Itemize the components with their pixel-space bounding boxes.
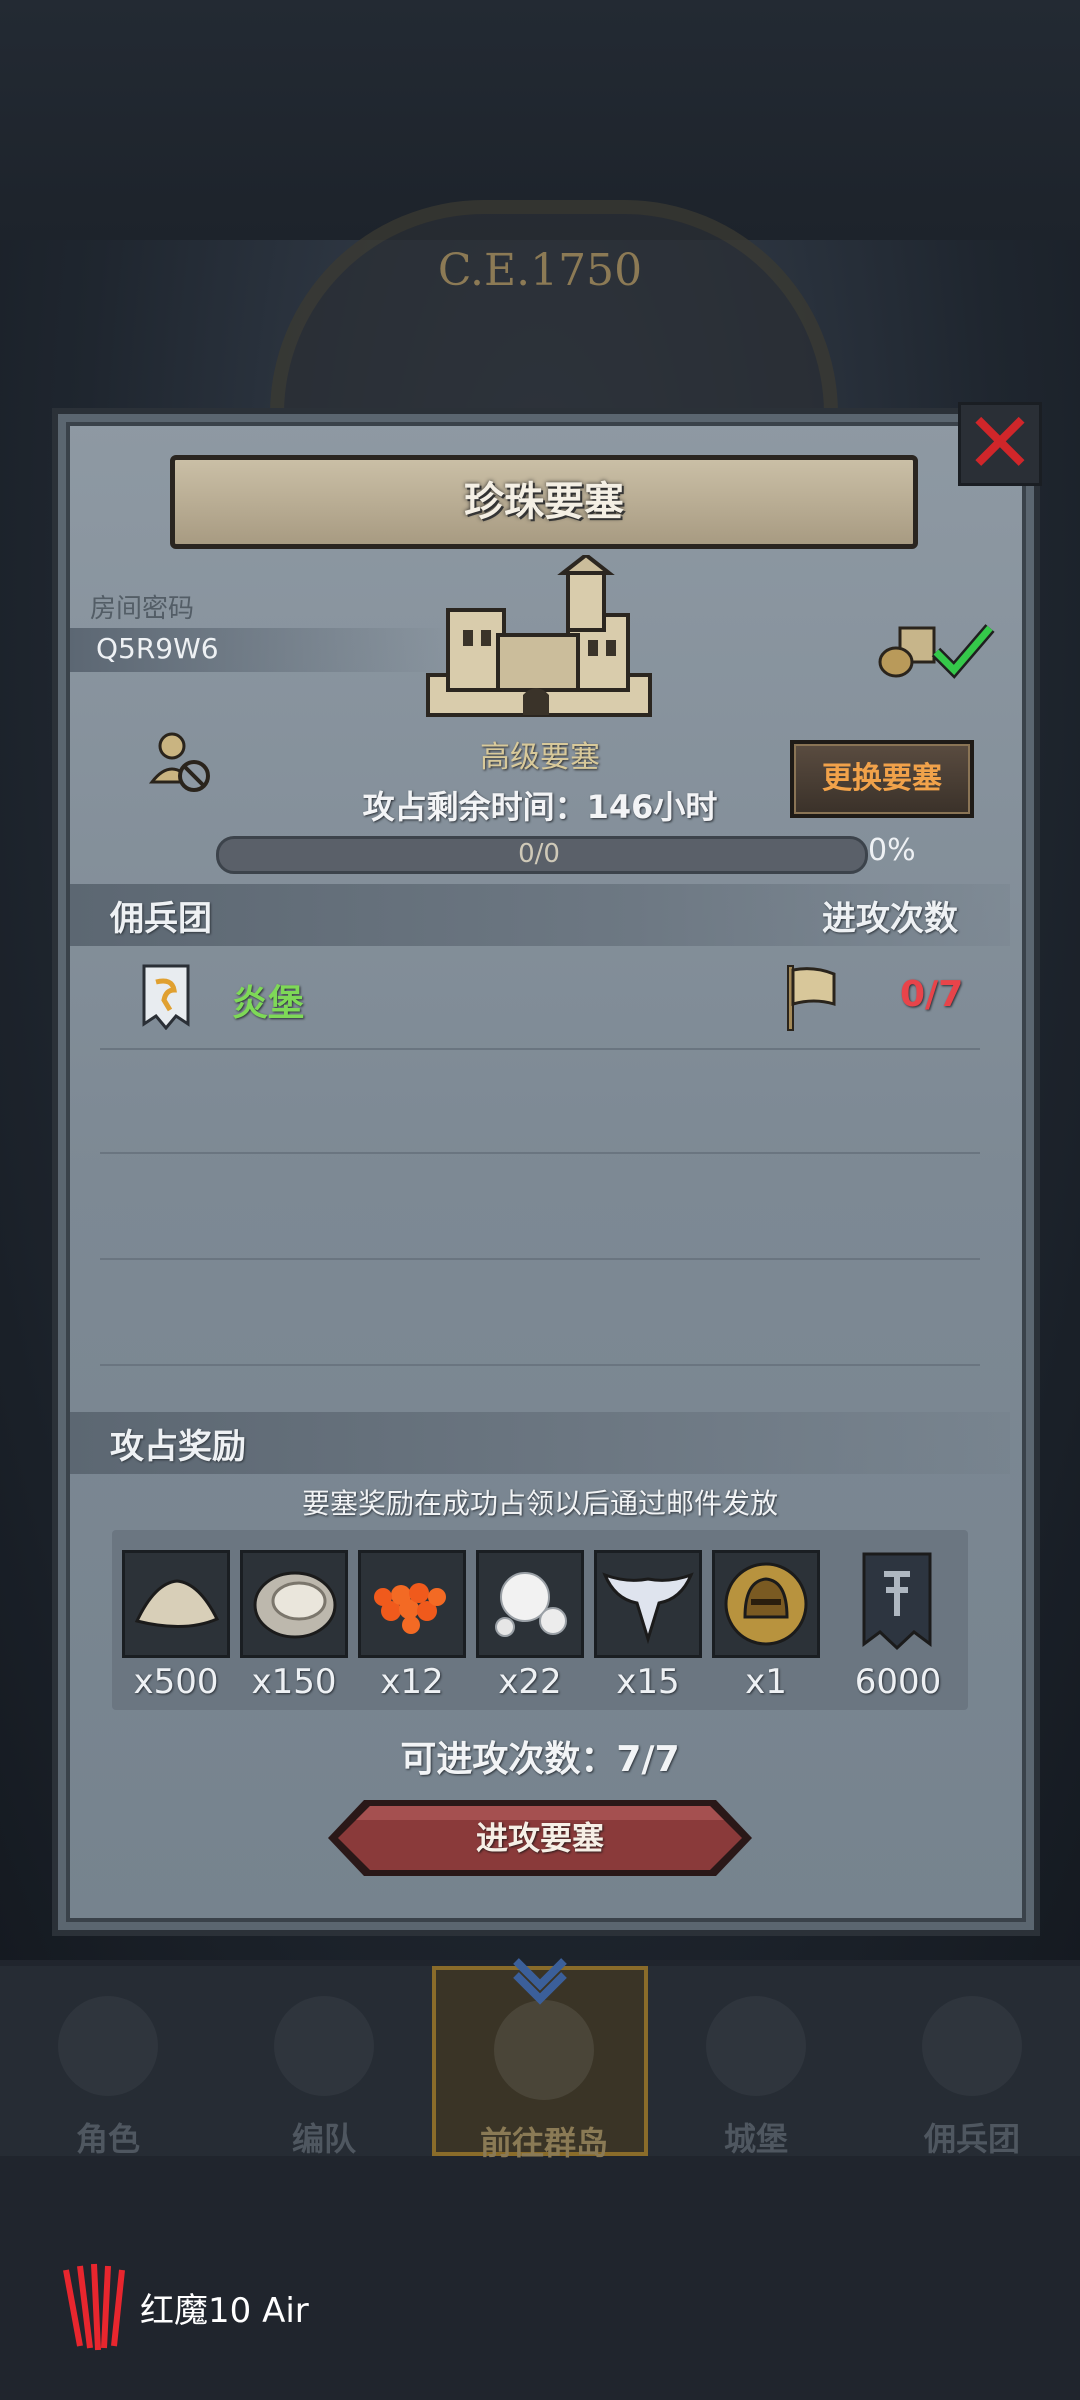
reward-item[interactable] <box>476 1550 584 1658</box>
attack-fortress-label[interactable]: 进攻要塞 <box>324 1796 756 1880</box>
list-divider <box>100 1364 980 1366</box>
mercenary-banner-icon <box>142 964 190 1030</box>
remaining-attempts: 可进攻次数：7/7 <box>400 1739 680 1780</box>
occupy-progress-text: 0/0 <box>518 839 560 869</box>
mercenary-section-title: 佣兵团 <box>110 899 212 939</box>
knight-icon <box>58 1996 158 2096</box>
knight-helmet-coin-icon <box>724 1562 808 1646</box>
occupy-progress-percent: 0% <box>868 833 916 868</box>
nav-item-role[interactable]: 角色 <box>0 1966 216 2158</box>
list-divider <box>100 1048 980 1050</box>
nav-item-formation[interactable]: 编队 <box>216 1966 432 2158</box>
occupy-time-remaining: 攻占剩余时间：146小时 <box>362 788 718 826</box>
reward-item[interactable] <box>240 1550 348 1658</box>
mercenary-attack-count: 0/7 <box>900 974 964 1015</box>
fortress-castle-icon <box>426 555 652 717</box>
pearl-icon <box>495 1572 567 1637</box>
check-icon <box>931 624 995 679</box>
winged-emblem-icon <box>602 1572 694 1645</box>
reward-note: 要塞奖励在成功占领以后通过邮件发放 <box>301 1487 778 1520</box>
reward-quantity: x12 <box>380 1662 444 1702</box>
castle-icon <box>706 1996 806 2096</box>
reward-item[interactable] <box>846 1550 954 1658</box>
nav-label: 佣兵团 <box>923 2120 1020 2158</box>
attack-count-header: 进攻次数 <box>822 899 958 939</box>
reward-section-title: 攻占奖励 <box>110 1427 246 1467</box>
mercenary-name[interactable]: 炎堡 <box>232 974 304 1026</box>
reward-quantity: x15 <box>616 1662 680 1702</box>
list-divider <box>100 1258 980 1260</box>
nav-label: 前往群岛 <box>479 2124 608 2162</box>
reward-quantity: x150 <box>251 1662 337 1702</box>
chevron-down-icon <box>513 1958 567 2005</box>
reward-quantity: x500 <box>133 1662 219 1702</box>
list-divider <box>100 1152 980 1154</box>
close-icon: ✕ <box>964 394 1036 492</box>
banner-icon <box>862 1552 932 1651</box>
supply-crate-icon <box>878 626 936 678</box>
nav-label: 角色 <box>75 2120 140 2158</box>
reward-item[interactable] <box>358 1550 466 1658</box>
fish-roe-icon <box>374 1583 446 1634</box>
era-label: C.E.1750 <box>437 245 643 296</box>
room-password-label: 房间密码 <box>90 594 195 624</box>
sand-pile-icon <box>134 1579 220 1628</box>
banner-icon <box>922 1996 1022 2096</box>
reward-quantity: 6000 <box>854 1662 942 1702</box>
reward-quantity: x1 <box>745 1662 787 1702</box>
oyster-icon <box>253 1571 337 1639</box>
attack-flag-icon <box>787 965 836 1031</box>
room-code: Q5R9W6 <box>96 632 219 665</box>
nav-label: 城堡 <box>723 2120 788 2158</box>
armor-icon <box>274 1996 374 2096</box>
device-brand: 红魔10 Air <box>140 2291 309 2331</box>
reward-quantity: x22 <box>498 1662 562 1702</box>
reward-item[interactable] <box>712 1550 820 1658</box>
reward-item[interactable] <box>122 1550 230 1658</box>
compass-icon <box>494 2000 594 2100</box>
reward-item[interactable] <box>594 1550 702 1658</box>
nav-label: 编队 <box>291 2120 356 2158</box>
brand-logo-icon <box>63 2263 125 2351</box>
close-button[interactable]: ✕ <box>958 394 1042 492</box>
dialog-title: 珍珠要塞 <box>170 455 918 549</box>
nav-item-mercenary[interactable]: 佣兵团 <box>864 1966 1080 2158</box>
nav-item-castle[interactable]: 城堡 <box>648 1966 864 2158</box>
